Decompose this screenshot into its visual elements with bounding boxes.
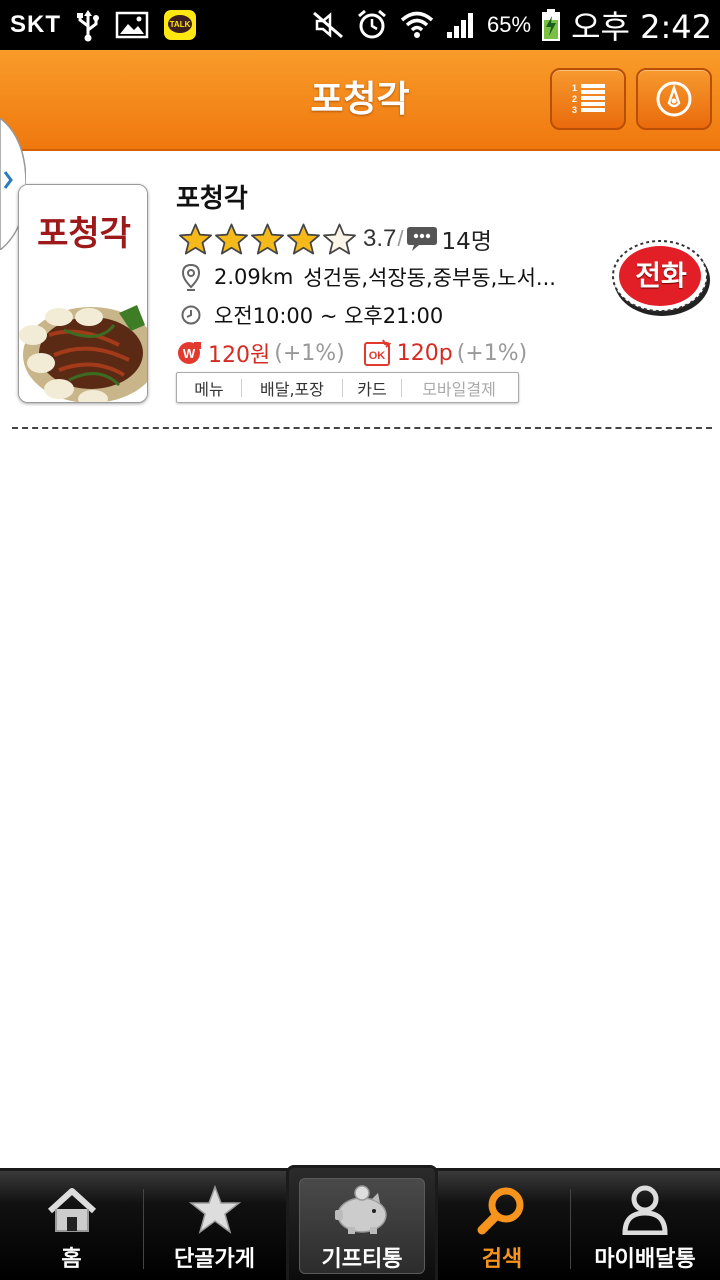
svg-text:1: 1 bbox=[572, 83, 577, 93]
rating-row: 3.7 / 14명 bbox=[178, 221, 492, 257]
star-filled-icon bbox=[179, 223, 212, 255]
call-button[interactable]: 전화 bbox=[610, 236, 712, 318]
point-ok: 120p bbox=[396, 340, 453, 366]
tag-mobile-pay: 모바일결제 bbox=[422, 379, 496, 399]
piggy-bank-icon bbox=[335, 1185, 387, 1234]
store-list-item[interactable]: 포청각 포청각 3.7 / 14명 2.09km 성건동,석장동,중부동,노서.… bbox=[0, 152, 720, 432]
points-row: W 120원 (+1%) OK 120p (+1%) bbox=[176, 337, 527, 369]
nav-label: 마이배달통 bbox=[594, 1247, 696, 1272]
nav-favorites[interactable]: 단골가게 bbox=[143, 1171, 286, 1280]
kakaotalk-icon: TALK bbox=[164, 10, 196, 40]
speech-bubble-icon bbox=[406, 227, 437, 251]
battery-percent: 65% bbox=[487, 12, 532, 37]
ok-cashbag-icon: OK bbox=[363, 339, 391, 366]
nav-gifticon[interactable]: 기프티통 bbox=[290, 1171, 434, 1280]
service-tags: 메뉴 배달,포장 카드 모바일결제 bbox=[176, 372, 519, 403]
svg-text:3: 3 bbox=[572, 105, 577, 115]
wifi-icon bbox=[400, 11, 434, 38]
point-won-percent: (+1%) bbox=[274, 340, 345, 366]
svg-text:2: 2 bbox=[572, 94, 577, 104]
nav-home[interactable]: 홈 bbox=[0, 1171, 143, 1280]
star-rating bbox=[178, 222, 357, 256]
store-thumbnail: 포청각 bbox=[18, 184, 148, 403]
nav-my-page[interactable]: 마이배달통 bbox=[570, 1171, 720, 1280]
rating-value: 3.7 bbox=[363, 225, 397, 252]
carrier-label: SKT bbox=[10, 11, 61, 38]
tag-card: 카드 bbox=[357, 379, 387, 399]
numbered-list-icon: 1 2 3 bbox=[572, 83, 605, 115]
system-icons: 65% 오후 2:42 bbox=[311, 0, 712, 50]
gallery-icon bbox=[115, 11, 149, 39]
svg-text:TALK: TALK bbox=[170, 20, 191, 29]
call-label: 전화 bbox=[635, 259, 687, 292]
compass-icon bbox=[656, 81, 692, 117]
clock-icon bbox=[180, 304, 202, 326]
notification-icons: TALK bbox=[75, 8, 197, 42]
nav-label: 기프티통 bbox=[321, 1247, 403, 1272]
bottom-navigation: 홈 단골가게 기프티통 검색 마이배달통 bbox=[0, 1165, 720, 1280]
battery-charging-icon bbox=[542, 9, 561, 41]
nav-label: 홈 bbox=[61, 1247, 82, 1272]
review-count: 14명 bbox=[441, 229, 492, 255]
clock: 오후 2:42 bbox=[571, 8, 712, 46]
won-point-icon: W bbox=[178, 342, 201, 364]
opening-hours: 오전10:00 ~ 오후21:00 bbox=[214, 304, 444, 328]
person-icon bbox=[622, 1185, 668, 1235]
point-won: 120원 bbox=[208, 343, 271, 368]
nav-label: 단골가게 bbox=[174, 1247, 255, 1272]
hours-row: 오전10:00 ~ 오후21:00 bbox=[180, 300, 443, 330]
location-button[interactable] bbox=[636, 68, 712, 130]
location-pin-icon bbox=[180, 263, 202, 291]
tag-delivery: 배달,포장 bbox=[260, 379, 324, 399]
usb-icon bbox=[77, 10, 99, 42]
distance-row: 2.09km 성건동,석장동,중부동,노서... bbox=[180, 262, 556, 292]
status-bar: SKT TALK 65% 오후 2:42 bbox=[0, 0, 720, 50]
star-filled-icon bbox=[215, 223, 248, 255]
signal-icon bbox=[447, 13, 474, 38]
ranked-list-button[interactable]: 1 2 3 bbox=[550, 68, 626, 130]
app-screen: SKT TALK 65% 오후 2:42 포청각 1 2 3 포청각 포청각 3… bbox=[0, 0, 720, 1280]
thumbnail-title: 포청각 bbox=[37, 214, 131, 254]
nav-search[interactable]: 검색 bbox=[434, 1171, 570, 1280]
distance: 2.09km bbox=[214, 265, 294, 289]
svg-text:OK: OK bbox=[369, 350, 386, 362]
point-ok-percent: (+1%) bbox=[456, 340, 528, 366]
store-name: 포청각 bbox=[176, 184, 248, 214]
home-icon bbox=[47, 1188, 96, 1232]
star-filled-icon bbox=[251, 223, 284, 255]
mute-icon bbox=[313, 11, 344, 39]
star-icon bbox=[188, 1185, 241, 1234]
star-empty-icon bbox=[323, 223, 356, 255]
alarm-icon bbox=[358, 9, 386, 39]
star-filled-icon bbox=[287, 223, 320, 255]
search-icon bbox=[477, 1187, 524, 1235]
app-header: 포청각 1 2 3 bbox=[0, 50, 720, 151]
tag-menu: 메뉴 bbox=[194, 379, 224, 399]
nav-label: 검색 bbox=[481, 1247, 523, 1272]
delivery-area: 성건동,석장동,중부동,노서... bbox=[303, 266, 556, 290]
food-image: 포청각 bbox=[19, 185, 147, 402]
rating-separator: / bbox=[397, 226, 404, 251]
svg-text:W: W bbox=[183, 346, 196, 361]
list-divider bbox=[12, 427, 712, 429]
